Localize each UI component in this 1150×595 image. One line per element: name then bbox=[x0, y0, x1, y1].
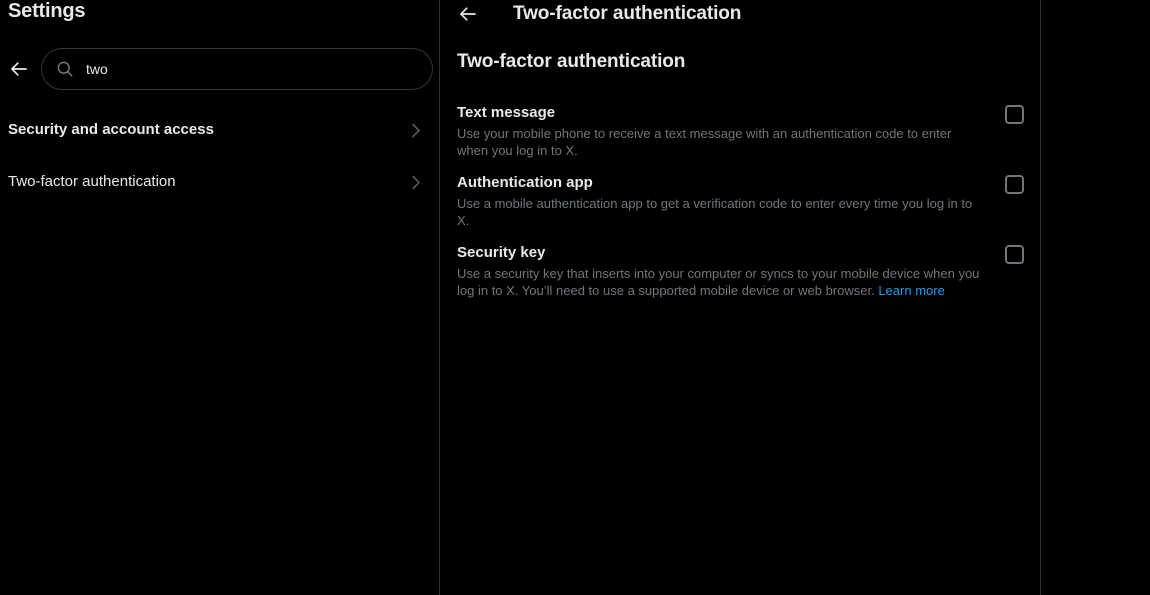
section-heading: Two-factor authentication bbox=[457, 51, 686, 72]
chevron-right-icon bbox=[412, 123, 420, 137]
two-factor-authentication-panel: Two-factor authentication Two-factor aut… bbox=[440, 0, 1041, 595]
right-gutter bbox=[1041, 0, 1150, 595]
sidebar-back-button[interactable] bbox=[2, 52, 36, 86]
option-row-security-key[interactable]: Security key Use a security key that ins… bbox=[440, 236, 1041, 306]
two-factor-options-list: Text message Use your mobile phone to re… bbox=[440, 96, 1041, 306]
checkbox-text-message[interactable] bbox=[1005, 105, 1024, 124]
option-description: Use a mobile authentication app to get a… bbox=[457, 196, 973, 228]
sidebar-item-security-and-account-access[interactable]: Security and account access bbox=[0, 104, 440, 156]
learn-more-link[interactable]: Learn more bbox=[878, 283, 944, 298]
arrow-left-icon bbox=[11, 62, 27, 76]
option-title: Text message bbox=[457, 104, 556, 121]
search-icon bbox=[57, 61, 73, 77]
sidebar-item-label: Security and account access bbox=[8, 121, 214, 138]
arrow-left-icon bbox=[460, 7, 476, 21]
checkbox-security-key[interactable] bbox=[1005, 245, 1024, 264]
search-input[interactable]: two bbox=[41, 48, 433, 90]
option-title: Security key bbox=[457, 244, 546, 261]
option-text-block: Security key Use a security key that ins… bbox=[457, 243, 1005, 299]
panel-header-title: Two-factor authentication bbox=[513, 3, 742, 24]
sidebar-results-list: Security and account access Two-factor a… bbox=[0, 104, 440, 208]
checkbox-authentication-app[interactable] bbox=[1005, 175, 1024, 194]
option-title: Authentication app bbox=[457, 174, 593, 191]
search-input-value: two bbox=[86, 61, 108, 77]
panel-back-button[interactable] bbox=[451, 0, 485, 31]
option-row-text-message[interactable]: Text message Use your mobile phone to re… bbox=[440, 96, 1041, 166]
settings-page: Settings two Security and account access bbox=[0, 0, 1150, 595]
option-text-block: Authentication app Use a mobile authenti… bbox=[457, 173, 1005, 229]
option-row-authentication-app[interactable]: Authentication app Use a mobile authenti… bbox=[440, 166, 1041, 236]
sidebar-item-label: Two-factor authentication bbox=[8, 173, 176, 190]
option-description: Use your mobile phone to receive a text … bbox=[457, 126, 952, 158]
sidebar-item-two-factor-authentication[interactable]: Two-factor authentication bbox=[0, 156, 440, 208]
chevron-right-icon bbox=[412, 175, 420, 189]
option-text-block: Text message Use your mobile phone to re… bbox=[457, 103, 1005, 159]
page-title: Settings bbox=[8, 0, 86, 22]
panel-header: Two-factor authentication bbox=[440, 0, 1041, 34]
sidebar-search-row: two bbox=[0, 47, 440, 91]
settings-sidebar: Settings two Security and account access bbox=[0, 0, 440, 595]
option-description: Use a security key that inserts into you… bbox=[457, 265, 985, 299]
